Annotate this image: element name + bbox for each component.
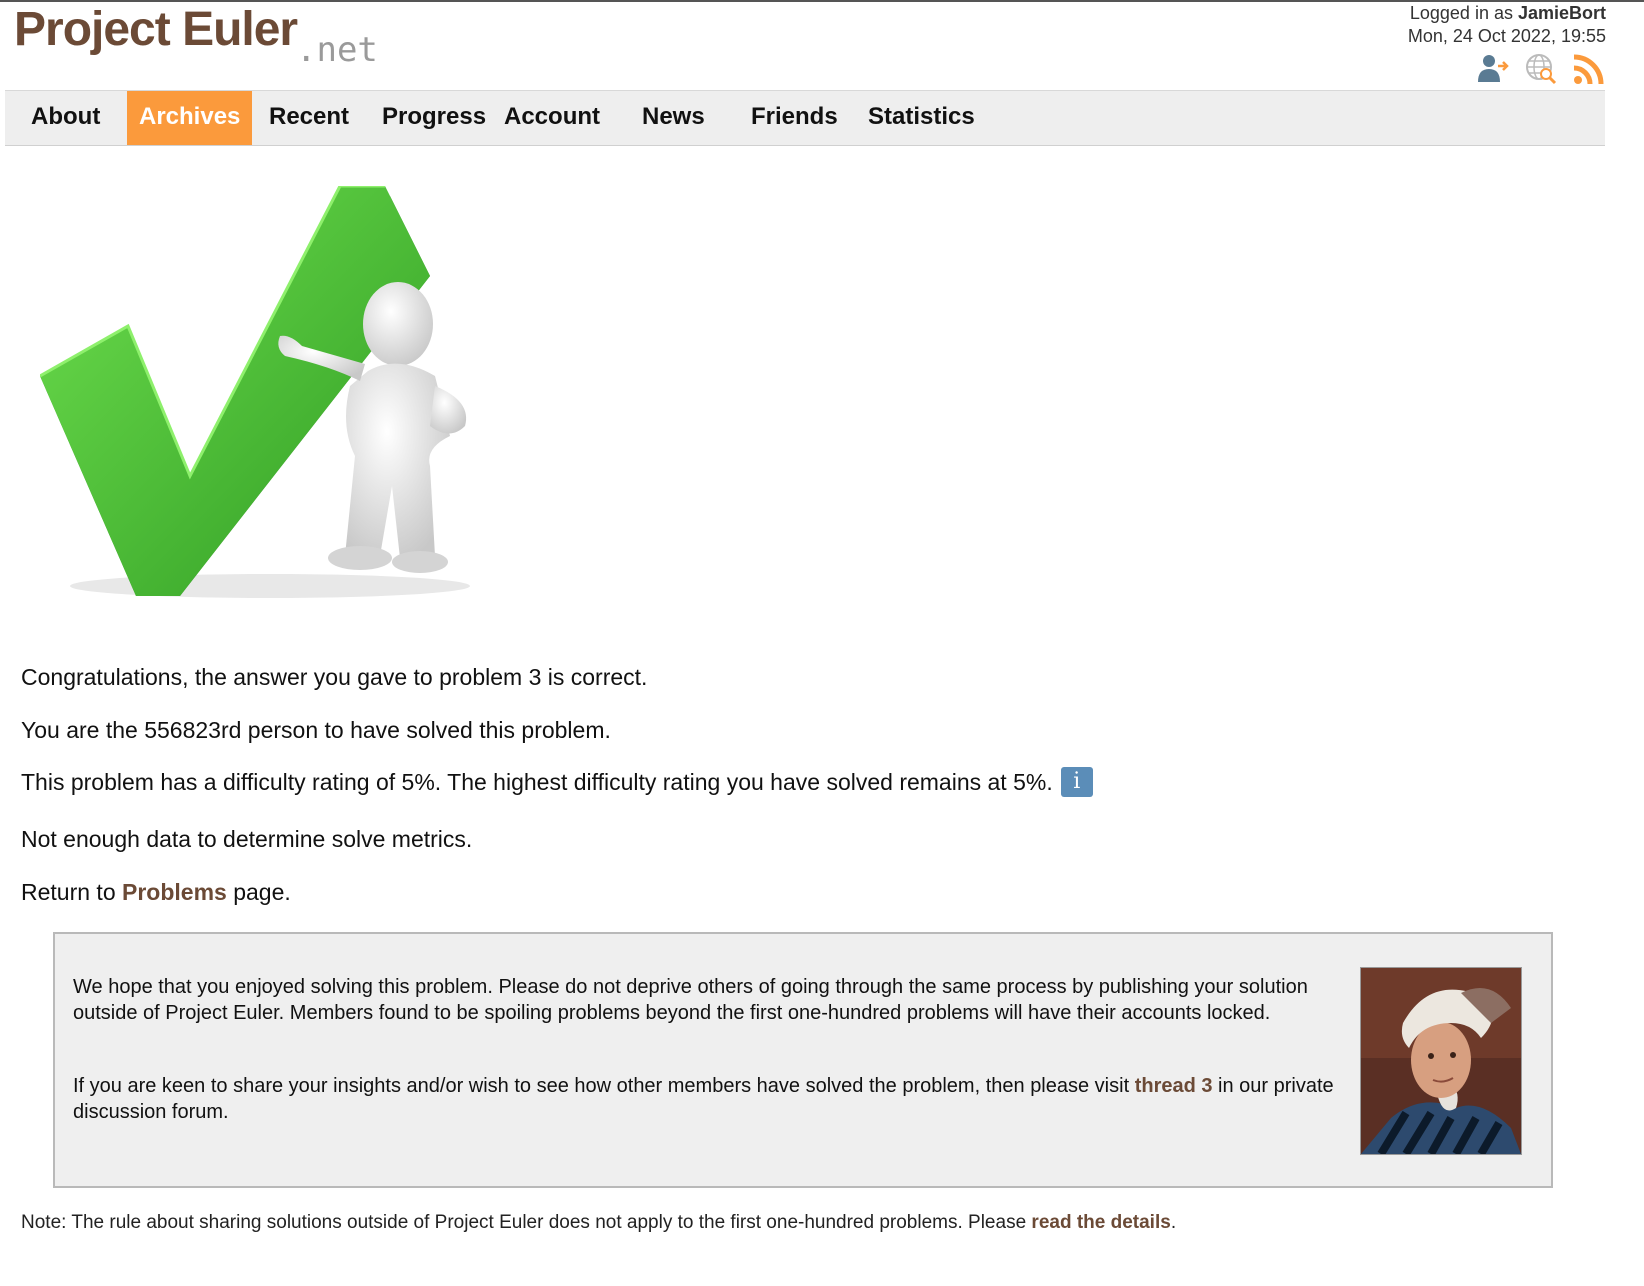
- site-logo[interactable]: Project Euler .net: [14, 2, 378, 70]
- logged-in-prefix: Logged in as: [1409, 3, 1518, 23]
- notice-paragraph-1: We hope that you enjoyed solving this pr…: [73, 976, 1308, 1024]
- return-prefix: Return to: [21, 879, 122, 905]
- difficulty-text: This problem has a difficulty rating of …: [21, 769, 1053, 796]
- sharing-rule-note: Note: The rule about sharing solutions o…: [21, 1212, 1176, 1234]
- username: JamieBort: [1517, 3, 1606, 23]
- return-message: Return to Problems page.: [21, 879, 291, 906]
- thread-link[interactable]: thread 3: [1135, 1075, 1213, 1097]
- datetime: Mon, 24 Oct 2022, 19:55: [1407, 26, 1606, 46]
- nav-about[interactable]: About: [31, 91, 100, 145]
- problems-link[interactable]: Problems: [122, 879, 227, 905]
- spoiler-notice-box: We hope that you enjoyed solving this pr…: [53, 932, 1553, 1188]
- metrics-message: Not enough data to determine solve metri…: [21, 826, 473, 852]
- difficulty-message: This problem has a difficulty rating of …: [21, 767, 1093, 799]
- correct-checkmark-image: [39, 184, 500, 606]
- nav-friends[interactable]: Friends: [751, 91, 838, 145]
- nav-statistics[interactable]: Statistics: [868, 91, 975, 145]
- nav-account[interactable]: Account: [504, 91, 600, 145]
- notice-paragraph-2: If you are keen to share your insights a…: [73, 1073, 1353, 1125]
- nav-recent[interactable]: Recent: [269, 91, 349, 145]
- account-icon[interactable]: [1476, 52, 1510, 86]
- nav-news[interactable]: News: [642, 91, 705, 145]
- user-info: Logged in as JamieBort Mon, 24 Oct 2022,…: [1408, 2, 1606, 48]
- note-suffix: .: [1170, 1212, 1177, 1233]
- globe-search-icon[interactable]: [1524, 52, 1558, 86]
- rss-feed-icon[interactable]: [1572, 52, 1606, 86]
- read-details-link[interactable]: read the details: [1031, 1212, 1170, 1233]
- logo-text: Project Euler: [14, 3, 298, 56]
- info-icon[interactable]: i: [1060, 767, 1093, 797]
- return-suffix: page.: [226, 879, 291, 905]
- nav-progress[interactable]: Progress: [382, 91, 486, 145]
- notice-para2-prefix: If you are keen to share your insights a…: [73, 1075, 1135, 1097]
- header-icons: [1476, 52, 1606, 86]
- euler-portrait: [1360, 967, 1522, 1155]
- note-prefix: Note: The rule about sharing solutions o…: [21, 1212, 1032, 1233]
- main-navigation: About Archives Recent Progress Account N…: [5, 90, 1605, 146]
- nav-archives[interactable]: Archives: [127, 91, 253, 145]
- congrats-message: Congratulations, the answer you gave to …: [21, 664, 648, 690]
- solver-count-message: You are the 556823rd person to have solv…: [21, 717, 611, 743]
- logged-in-line: Logged in as JamieBort: [1408, 2, 1606, 25]
- logo-net-text: .net: [296, 30, 378, 70]
